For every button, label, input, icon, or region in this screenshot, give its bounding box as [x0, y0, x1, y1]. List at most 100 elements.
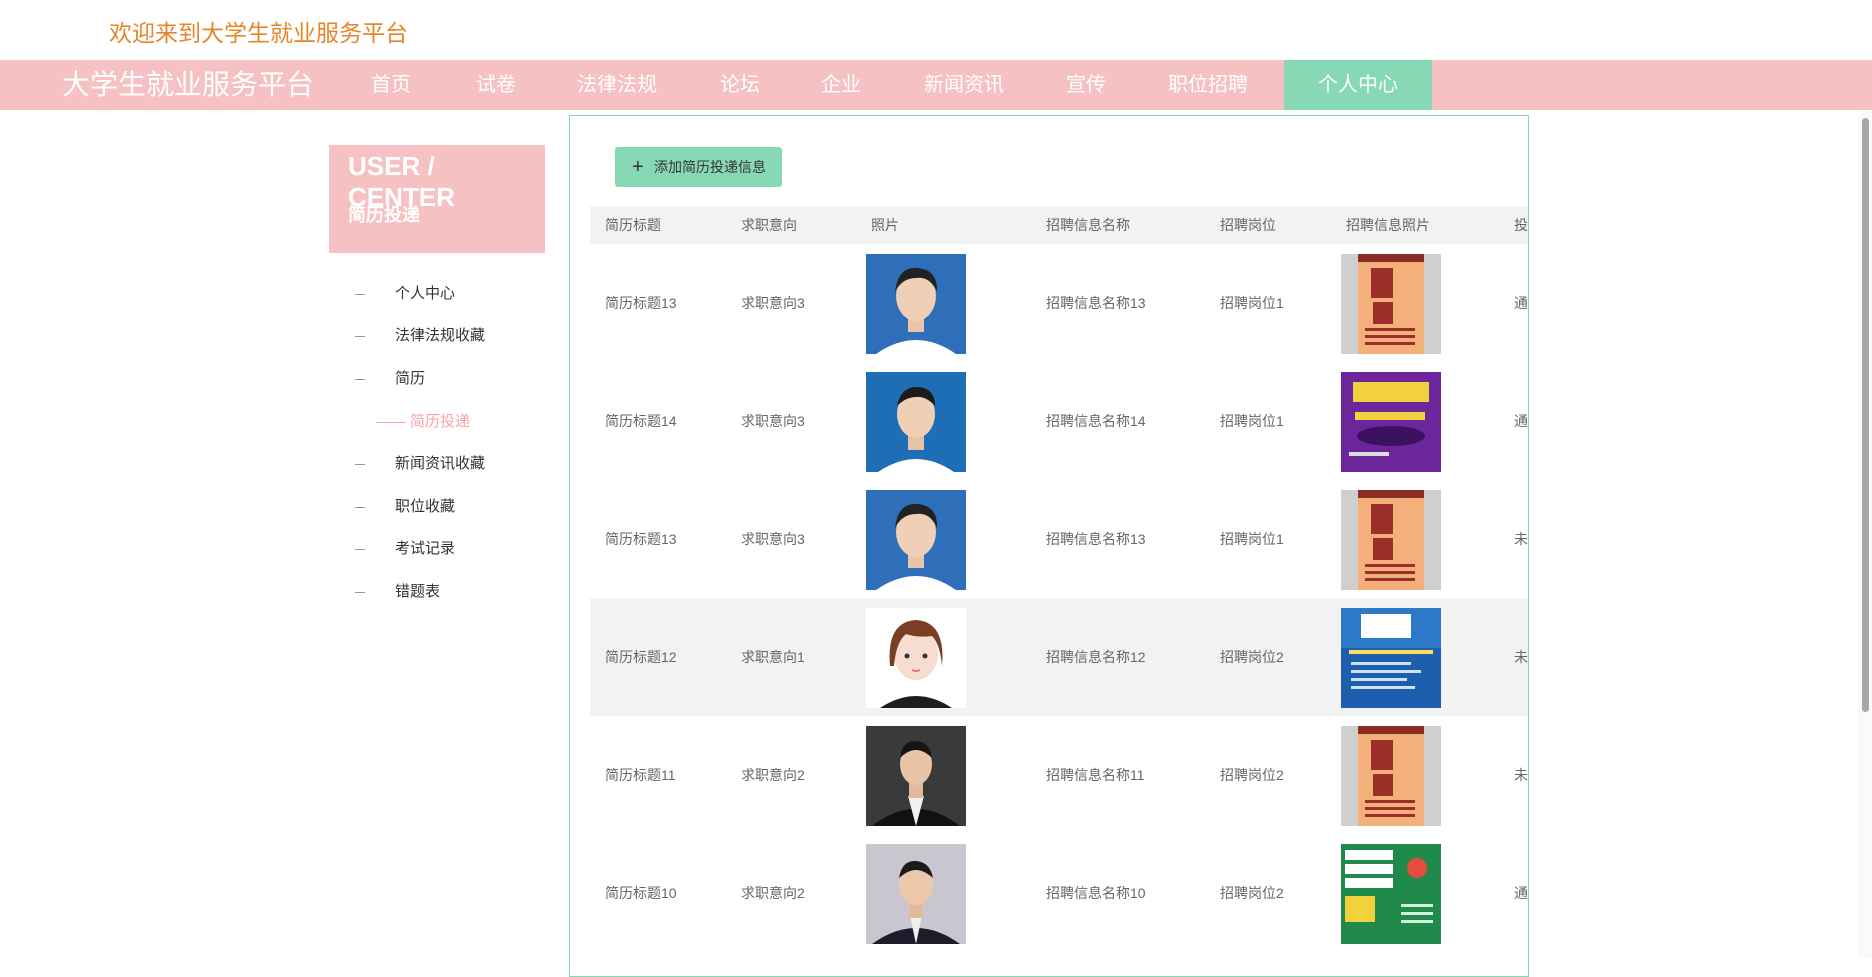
sidebar-item-label: 简历: [395, 370, 426, 387]
sidebar-item-resume-delivery[interactable]: 简历投递: [376, 410, 470, 434]
sidebar-item-label: 个人中心: [395, 285, 456, 302]
nav-item-home[interactable]: 首页: [356, 60, 426, 110]
resume-photo: [866, 608, 966, 708]
column-header: 招聘信息照片: [1346, 217, 1430, 233]
nav-item-news[interactable]: 新闻资讯: [914, 60, 1014, 110]
sidebar-item-news-favorites[interactable]: 新闻资讯收藏: [355, 452, 485, 476]
nav-item-promotion[interactable]: 宣传: [1051, 60, 1121, 110]
cell-intent: 求职意向3: [741, 531, 805, 547]
cell-title: 简历标题12: [605, 649, 677, 665]
dash-icon: [355, 378, 365, 380]
column-header: 求职意向: [741, 217, 797, 233]
sidebar-item-law-favorites[interactable]: 法律法规收藏: [355, 324, 485, 348]
cell-position: 招聘岗位2: [1220, 649, 1284, 665]
cell-job-name: 招聘信息名称11: [1046, 767, 1145, 783]
dash-icon: [355, 506, 365, 508]
cell-title: 简历标题10: [605, 885, 677, 901]
dash-icon: [355, 335, 365, 337]
column-header: 简历标题: [605, 217, 661, 233]
table-row[interactable]: 简历标题13 求职意向3 招聘信息名称13 招聘岗位1 通: [590, 244, 1528, 362]
table-row[interactable]: 简历标题10 求职意向2 招聘信息名称10 招聘岗位2 通: [590, 834, 1528, 952]
sidebar-item-label: 错题表: [395, 583, 441, 600]
plus-icon: +: [632, 156, 644, 178]
resume-photo: [866, 254, 966, 354]
cell-position: 招聘岗位1: [1220, 295, 1284, 311]
recruit-poster: [1341, 844, 1441, 944]
cell-title: 简历标题13: [605, 295, 677, 311]
table-header: 简历标题 求职意向 照片 招聘信息名称 招聘岗位 招聘信息照片 投: [590, 206, 1528, 244]
cell-status: 未: [1514, 767, 1528, 783]
resume-photo: [866, 372, 966, 472]
cell-job-name: 招聘信息名称10: [1046, 885, 1146, 901]
cell-position: 招聘岗位2: [1220, 767, 1284, 783]
table-row[interactable]: 简历标题14 求职意向3 招聘信息名称14 招聘岗位1 通: [590, 362, 1528, 480]
recruit-poster: [1341, 608, 1441, 708]
sidebar-item-label: 法律法规收藏: [395, 327, 486, 344]
sidebar-item-exam-records[interactable]: 考试记录: [355, 537, 455, 561]
cell-job-name: 招聘信息名称12: [1046, 649, 1146, 665]
nav-item-jobs[interactable]: 职位招聘: [1158, 60, 1258, 110]
recruit-poster: [1341, 726, 1441, 826]
column-header: 招聘岗位: [1220, 217, 1276, 233]
cell-status: 未: [1514, 531, 1528, 547]
cell-title: 简历标题13: [605, 531, 677, 547]
table-row[interactable]: 简历标题11 求职意向2 招聘信息名称11 招聘岗位2 未: [590, 716, 1528, 834]
cell-intent: 求职意向3: [741, 295, 805, 311]
nav-bar: 大学生就业服务平台 首页 试卷 法律法规 论坛 企业 新闻资讯 宣传 职位招聘 …: [0, 60, 1872, 110]
cell-position: 招聘岗位1: [1220, 531, 1284, 547]
welcome-text: 欢迎来到大学生就业服务平台: [109, 20, 408, 46]
cell-intent: 求职意向2: [741, 885, 805, 901]
cell-status: 通: [1514, 295, 1528, 311]
sidebar-item-label: 新闻资讯收藏: [395, 455, 486, 472]
nav-item-exam[interactable]: 试卷: [461, 60, 531, 110]
cell-position: 招聘岗位1: [1220, 413, 1284, 429]
sidebar-item-label: 职位收藏: [395, 498, 456, 515]
sidebar-subtitle: 简历投递: [348, 205, 420, 225]
sidebar-header: USER / CENTER 简历投递: [329, 145, 545, 253]
nav-item-personal-center[interactable]: 个人中心: [1284, 60, 1432, 110]
resume-photo: [866, 490, 966, 590]
cell-status: 通: [1514, 413, 1528, 429]
cell-intent: 求职意向1: [741, 649, 805, 665]
sidebar-item-wrong-questions[interactable]: 错题表: [355, 580, 440, 604]
cell-title: 简历标题11: [605, 767, 676, 783]
site-brand[interactable]: 大学生就业服务平台: [62, 60, 314, 110]
table-row[interactable]: 简历标题12 求职意向1 招聘信息名称12 招聘岗位2 未: [590, 598, 1528, 716]
resume-photo: [866, 844, 966, 944]
sidebar-item-label: 考试记录: [395, 540, 456, 557]
column-header: 招聘信息名称: [1046, 217, 1130, 233]
column-header: 照片: [871, 217, 899, 233]
nav-item-laws[interactable]: 法律法规: [567, 60, 667, 110]
resume-photo: [866, 726, 966, 826]
sidebar-item-resume[interactable]: 简历: [355, 367, 425, 391]
page-scrollbar-thumb[interactable]: [1862, 118, 1869, 712]
nav-item-forum[interactable]: 论坛: [705, 60, 775, 110]
dash-icon: [355, 548, 365, 550]
table-row[interactable]: 简历标题13 求职意向3 招聘信息名称13 招聘岗位1 未: [590, 480, 1528, 598]
dash-icon: [355, 591, 365, 593]
page-scrollbar[interactable]: [1858, 110, 1872, 958]
sidebar-item-label: 简历投递: [410, 413, 471, 430]
sidebar-item-personal-center[interactable]: 个人中心: [355, 282, 455, 306]
add-button-label: 添加简历投递信息: [654, 159, 766, 175]
recruit-poster: [1341, 254, 1441, 354]
recruit-poster: [1341, 372, 1441, 472]
cell-intent: 求职意向3: [741, 413, 805, 429]
cell-job-name: 招聘信息名称14: [1046, 413, 1146, 429]
recruit-poster: [1341, 490, 1441, 590]
cell-position: 招聘岗位2: [1220, 885, 1284, 901]
column-header: 投: [1514, 217, 1528, 233]
sidebar-item-job-favorites[interactable]: 职位收藏: [355, 495, 455, 519]
cell-job-name: 招聘信息名称13: [1046, 531, 1146, 547]
cell-title: 简历标题14: [605, 413, 677, 429]
cell-status: 未: [1514, 649, 1528, 665]
dash-icon: [376, 421, 406, 423]
cell-intent: 求职意向2: [741, 767, 805, 783]
add-resume-delivery-button[interactable]: + 添加简历投递信息: [615, 147, 782, 187]
top-bar: 欢迎来到大学生就业服务平台: [0, 0, 1872, 60]
cell-status: 通: [1514, 885, 1528, 901]
cell-job-name: 招聘信息名称13: [1046, 295, 1146, 311]
dash-icon: [355, 293, 365, 295]
nav-item-company[interactable]: 企业: [806, 60, 876, 110]
resume-delivery-panel: + 添加简历投递信息 简历标题 求职意向 照片 招聘信息名称 招聘岗位 招聘信息…: [569, 115, 1529, 977]
